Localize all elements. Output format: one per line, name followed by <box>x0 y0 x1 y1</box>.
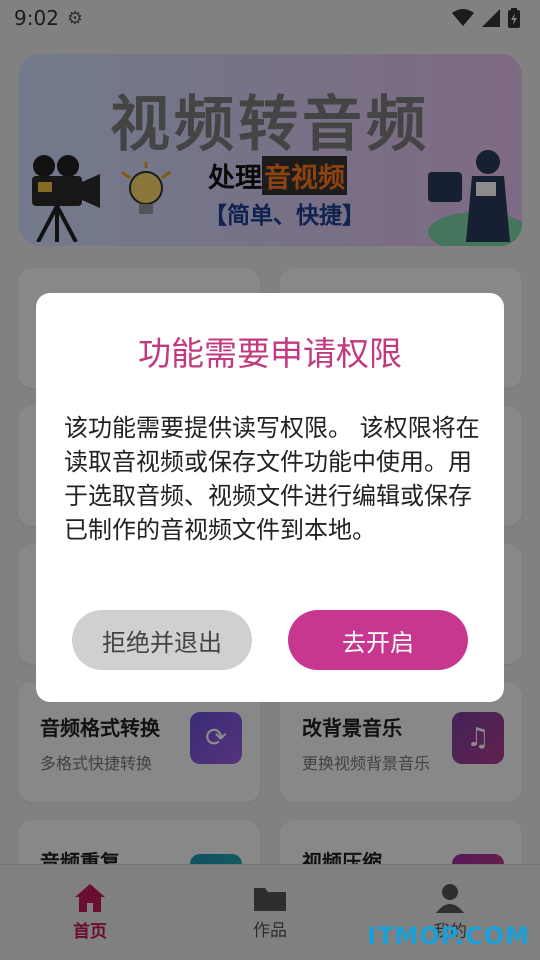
reject-exit-button[interactable]: 拒绝并退出 <box>72 610 252 670</box>
watermark: ITMOP.COM <box>367 922 530 950</box>
enable-permission-button[interactable]: 去开启 <box>288 610 468 670</box>
dialog-body: 该功能需要提供读写权限。 该权限将在读取音视频或保存文件功能中使用。用于选取音频… <box>64 414 480 544</box>
permission-dialog: 功能需要申请权限 该功能需要提供读写权限。 该权限将在读取音视频或保存文件功能中… <box>36 293 504 702</box>
dialog-title: 功能需要申请权限 <box>138 334 402 373</box>
